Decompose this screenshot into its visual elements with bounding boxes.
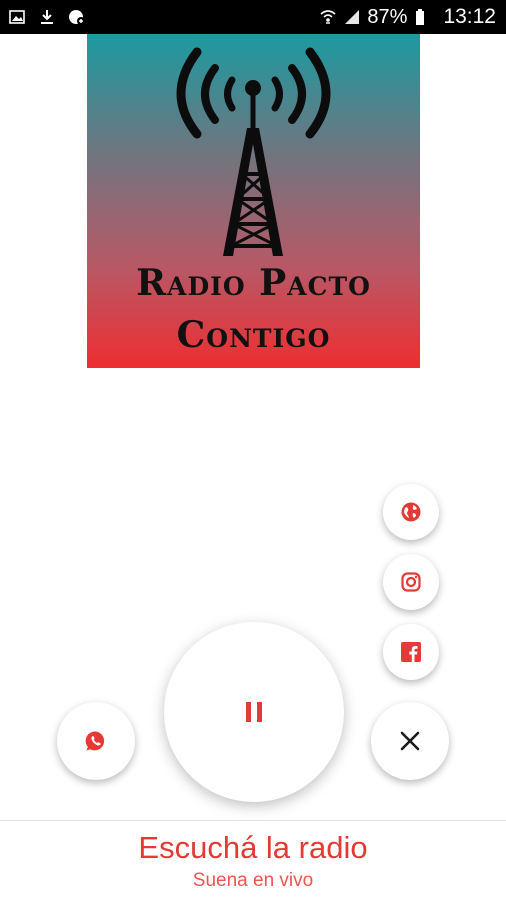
pause-icon <box>246 702 262 722</box>
download-icon <box>38 8 56 26</box>
status-right-icons: 87% 13:12 <box>319 5 496 29</box>
cover-title-line2: Contigo <box>176 314 331 356</box>
now-playing-title: Escuchá la radio <box>138 830 368 865</box>
whatsapp-button[interactable] <box>57 702 135 780</box>
globe-icon <box>401 502 421 522</box>
play-pause-button[interactable] <box>164 622 344 802</box>
cover-title-line1: Radio Pacto <box>136 262 371 304</box>
signal-icon <box>343 8 361 26</box>
facebook-button[interactable] <box>383 624 439 680</box>
battery-percentage: 87% <box>367 5 408 28</box>
station-cover-art: Radio Pacto Contigo <box>87 34 420 368</box>
status-left-icons <box>8 8 86 26</box>
close-icon <box>400 731 420 751</box>
instagram-button[interactable] <box>383 554 439 610</box>
clock: 13:12 <box>443 5 496 28</box>
app-notification-icon <box>68 8 86 26</box>
wifi-icon <box>319 8 337 26</box>
instagram-icon <box>401 572 421 592</box>
divider <box>0 820 506 821</box>
now-playing-subtitle: Suena en vivo <box>192 870 314 891</box>
facebook-icon <box>401 642 421 662</box>
close-menu-button[interactable] <box>371 702 449 780</box>
battery-icon <box>413 8 431 26</box>
status-bar: 87% 13:12 <box>0 0 506 34</box>
website-button[interactable] <box>383 484 439 540</box>
image-icon <box>8 8 26 26</box>
whatsapp-icon <box>85 731 105 751</box>
